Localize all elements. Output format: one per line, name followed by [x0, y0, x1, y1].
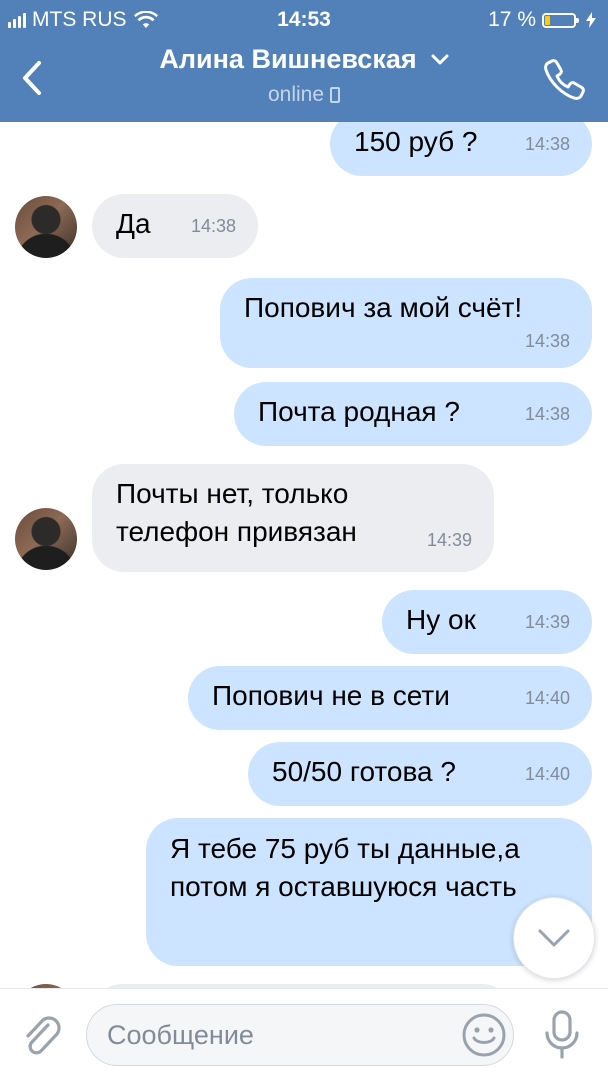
message-outgoing[interactable]: Почта родная ? 14:38 [234, 382, 592, 446]
status-bar: MTS RUS 14:53 17 % [0, 6, 608, 34]
message-text: Я тебе 75 руб ты данные,а потом я оставш… [170, 833, 520, 902]
emoji-button[interactable] [460, 1011, 508, 1059]
chat-title-block[interactable]: Алина Вишневская online [0, 44, 608, 107]
call-button[interactable] [542, 56, 588, 102]
message-time: 14:38 [524, 134, 570, 154]
message-text: Попович не в сети [212, 680, 450, 711]
paperclip-icon [26, 1016, 61, 1055]
message-incoming[interactable]: Почты нет, только телефон привязан 14:39 [92, 464, 494, 572]
message-text: Да [116, 208, 151, 239]
message-text: 50/50 готова ? [272, 756, 456, 787]
message-time: 14:38 [190, 216, 236, 236]
contact-title[interactable]: Алина Вишневская [159, 44, 449, 75]
message-outgoing[interactable]: 50/50 готова ? 14:40 [248, 742, 592, 806]
chevron-down-icon [538, 929, 570, 947]
message-outgoing[interactable]: Попович за мой счёт! 14:38 [220, 278, 592, 368]
message-time: 14:38 [524, 404, 570, 424]
chat-header: MTS RUS 14:53 17 % Алина Вишневская onli… [0, 0, 608, 122]
message-outgoing[interactable]: Попович не в сети 14:40 [188, 666, 592, 730]
message-time: 14:39 [426, 530, 472, 550]
message-feed[interactable]: 150 руб ? 14:38 Да 14:38 Попович за мой … [0, 122, 608, 988]
chevron-down-icon [431, 54, 449, 64]
voice-message-button[interactable] [540, 1009, 584, 1061]
message-composer [0, 988, 608, 1081]
scroll-to-bottom-button[interactable] [513, 897, 595, 979]
phone-icon [544, 59, 585, 100]
message-time: 14:38 [524, 331, 570, 351]
presence-text: online [267, 83, 325, 106]
attach-button[interactable] [20, 1015, 64, 1059]
avatar[interactable] [15, 196, 77, 258]
message-time: 14:40 [524, 764, 570, 784]
battery-percent: 17 % [488, 8, 536, 31]
message-outgoing[interactable]: Ну ок 14:39 [382, 590, 592, 654]
message-time: 14:39 [524, 612, 570, 632]
battery-group: 17 % [488, 8, 596, 32]
message-text: Ну ок [406, 604, 476, 635]
message-text: Почта родная ? [258, 396, 460, 427]
message-text: Попович за мой счёт! [244, 292, 523, 323]
message-text: Почты нет, только телефон привязан [116, 478, 357, 547]
message-incoming[interactable]: Да 14:38 [92, 194, 258, 258]
battery-icon [542, 12, 579, 28]
presence-status: online [267, 83, 341, 107]
message-outgoing[interactable]: 150 руб ? 14:38 [330, 122, 592, 176]
avatar[interactable] [15, 508, 77, 570]
microphone-icon [545, 1010, 579, 1059]
mobile-device-icon [330, 87, 341, 103]
message-input[interactable] [86, 1004, 514, 1066]
contact-name: Алина Вишневская [159, 44, 417, 74]
message-text: 150 руб ? [354, 126, 478, 157]
smile-icon [462, 1013, 506, 1057]
charging-icon [586, 12, 596, 28]
message-time: 14:40 [524, 688, 570, 708]
